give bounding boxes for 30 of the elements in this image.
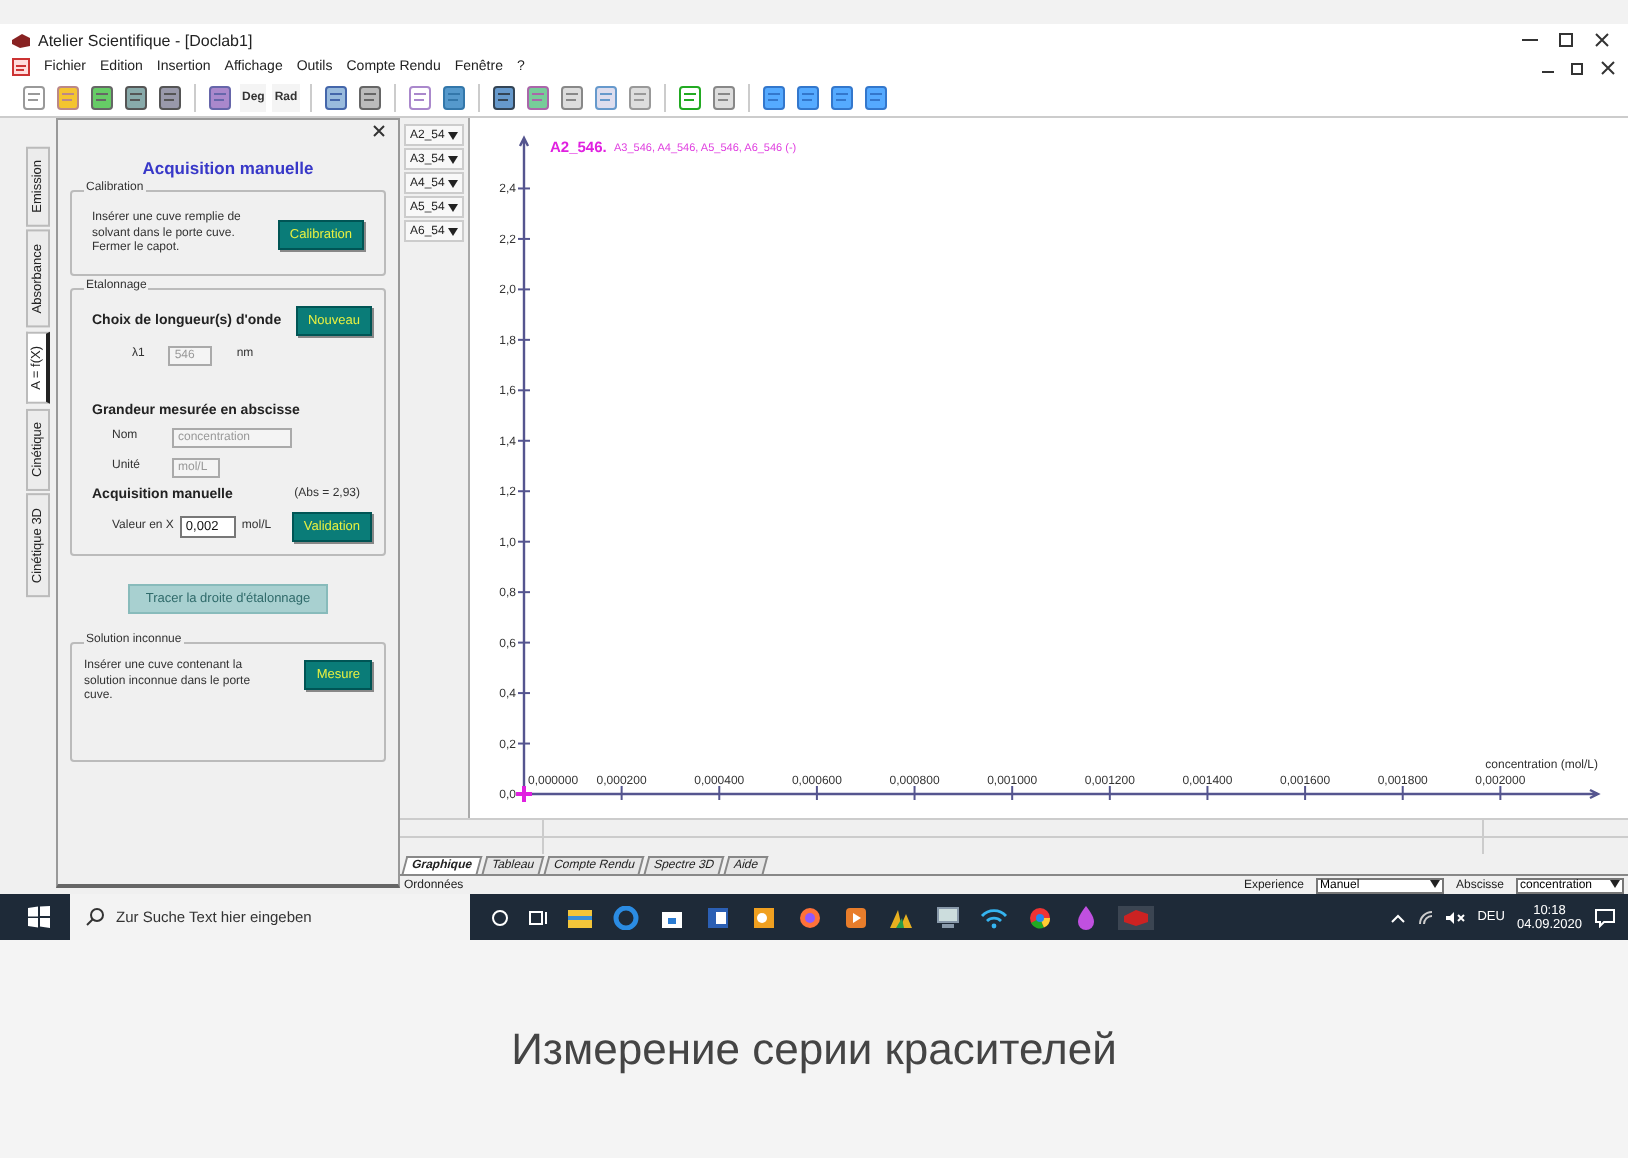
panel-title: Acquisition manuelle — [140, 158, 316, 178]
document-app-icon — [12, 58, 30, 76]
network-icon[interactable] — [1417, 909, 1434, 925]
drop-icon[interactable] — [1072, 905, 1100, 929]
wifi-icon[interactable] — [980, 905, 1008, 929]
window-title: Atelier Scientifique - [Doclab1] — [38, 31, 255, 49]
dropdown-arrow-icon — [448, 155, 458, 163]
muted-speaker-icon[interactable] — [1445, 909, 1466, 925]
dropdown-arrow-icon — [448, 179, 458, 187]
task-view-icon[interactable] — [528, 907, 548, 927]
chevron-up-icon[interactable] — [1389, 911, 1406, 923]
restore-icon[interactable] — [1570, 59, 1586, 75]
app-logo-icon[interactable] — [1118, 905, 1154, 929]
start-icon[interactable] — [28, 906, 50, 928]
dropdown-arrow-icon — [1429, 879, 1440, 888]
origin-marker-icon — [514, 784, 534, 804]
play-icon[interactable] — [842, 905, 870, 929]
dropdown-arrow-icon — [448, 131, 458, 139]
notification-icon[interactable] — [1594, 907, 1616, 927]
close-icon[interactable] — [1600, 59, 1616, 75]
dropdown-arrow-icon — [1610, 879, 1620, 888]
document-icon[interactable] — [704, 905, 732, 929]
close-icon[interactable] — [372, 124, 386, 138]
monitor-icon[interactable] — [934, 905, 962, 929]
search-icon — [86, 908, 104, 926]
dropdown-arrow-icon — [448, 203, 458, 211]
caption: Измерение серии красителей — [511, 1023, 1117, 1075]
app-logo-icon — [12, 33, 30, 47]
circle-icon[interactable] — [490, 907, 510, 927]
dropdown-arrow-icon — [448, 227, 458, 235]
